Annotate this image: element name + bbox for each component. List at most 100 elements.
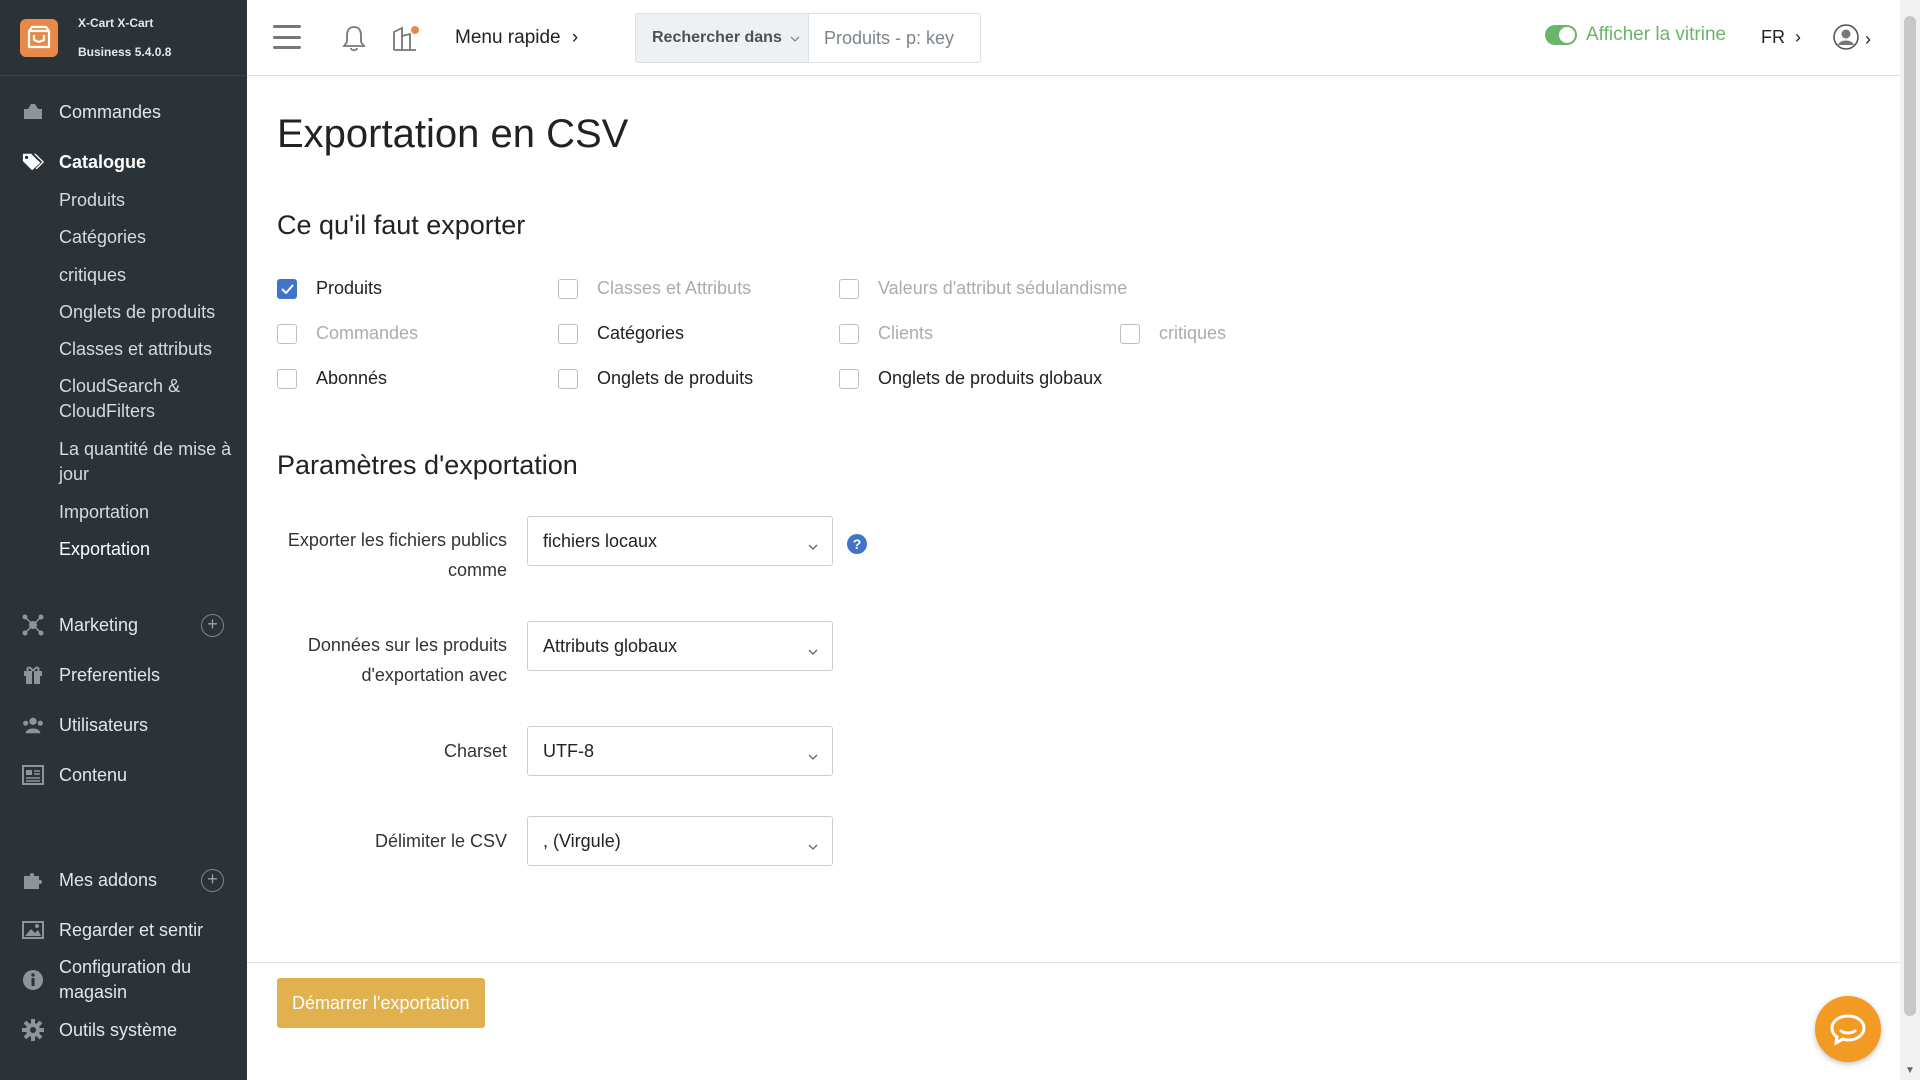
checkbox-abonnes[interactable]: Abonnés <box>277 368 387 389</box>
select-data[interactable]: Attributs globaux <box>527 621 833 671</box>
help-icon[interactable]: ? <box>847 534 867 554</box>
analytics-icon[interactable] <box>392 24 422 57</box>
bell-icon[interactable] <box>341 24 367 57</box>
chevron-down-icon <box>808 639 818 660</box>
checkbox-label: Produits <box>316 278 383 298</box>
scrollbar-thumb[interactable] <box>1904 16 1916 1016</box>
chevron-right-icon: › <box>1865 29 1871 49</box>
checkbox-empty-icon[interactable] <box>558 368 578 389</box>
checkbox-checked-icon[interactable] <box>277 278 297 299</box>
chevron-right-icon: › <box>571 27 579 48</box>
storefront-toggle[interactable]: Afficher la vitrine <box>1545 24 1726 46</box>
checkbox-empty-icon[interactable] <box>277 323 297 344</box>
checkbox-categories[interactable]: Catégories <box>558 323 684 344</box>
sidebar-item-marketing[interactable]: Marketing + <box>0 613 247 637</box>
checkbox-empty-icon[interactable] <box>558 323 578 344</box>
sidebar-subitem-importation[interactable]: Importation <box>59 500 234 525</box>
checkbox-critiques[interactable]: critiques <box>1120 323 1226 344</box>
checkbox-label: Abonnés <box>316 368 388 388</box>
select-value: UTF-8 <box>543 740 594 761</box>
page-title: Exportation en CSV <box>277 112 629 156</box>
checkbox-label: Catégories <box>597 323 685 343</box>
sidebar-item-commandes[interactable]: Commandes <box>0 100 247 124</box>
sidebar-item-contenu[interactable]: Contenu <box>0 763 247 787</box>
sidebar-subitem-onglets[interactable]: Onglets de produits <box>59 300 234 325</box>
users-icon <box>22 714 44 736</box>
checkbox-onglets-globaux[interactable]: Onglets de produits globaux <box>839 368 1102 389</box>
add-addon-icon[interactable]: + <box>201 868 224 892</box>
field-label-data: Données sur les produits d'exportation a… <box>307 635 507 685</box>
vertical-scrollbar[interactable]: ▼ <box>1900 0 1920 1080</box>
sidebar-subitem-exportation[interactable]: Exportation <box>59 537 234 562</box>
checkbox-label: Classes et Attributs <box>597 278 752 298</box>
select-delimiter[interactable]: , (Virgule) <box>527 816 833 866</box>
puzzle-icon <box>22 869 44 891</box>
checkbox-empty-icon[interactable] <box>839 368 859 389</box>
checkbox-label: critiques <box>1159 323 1227 343</box>
search-bar: Rechercher dans <box>635 13 981 63</box>
footer-bar: Démarrer l'exportation <box>247 962 1900 1080</box>
brand-line-2: Business 5.4.0.8 <box>78 44 172 59</box>
sidebar-subitem-produits[interactable]: Produits <box>59 188 234 213</box>
info-icon <box>22 969 44 991</box>
sidebar: X-Cart X-Cart Business 5.4.0.8 Commandes… <box>0 0 247 1080</box>
sidebar-label: Configuration du magasin <box>59 957 192 1002</box>
search-input[interactable] <box>808 13 981 63</box>
add-marketing-icon[interactable]: + <box>201 613 224 637</box>
image-icon <box>22 919 44 941</box>
language-switcher[interactable]: FR › <box>1761 27 1801 48</box>
sidebar-label: Commandes <box>59 101 162 122</box>
search-scope-label: Rechercher dans <box>652 29 782 46</box>
quick-menu[interactable]: Menu rapide › <box>455 27 578 49</box>
sidebar-subitem-cloudsearch[interactable]: CloudSearch & CloudFilters <box>59 374 234 424</box>
hamburger-menu-icon[interactable] <box>273 25 301 49</box>
sidebar-item-config[interactable]: Configuration du magasin <box>0 955 247 1005</box>
sidebar-item-look[interactable]: Regarder et sentir <box>0 918 247 942</box>
sidebar-subitem-critiques[interactable]: critiques <box>59 263 234 288</box>
checkbox-classes-attributs[interactable]: Classes et Attributs <box>558 278 751 299</box>
sidebar-label: Catalogue <box>59 151 147 172</box>
sidebar-subitem-categories[interactable]: Catégories <box>59 225 234 250</box>
storefront-label: Afficher la vitrine <box>1586 24 1727 45</box>
store-logo-icon[interactable] <box>20 18 58 57</box>
select-charset[interactable]: UTF-8 <box>527 726 833 776</box>
checkbox-onglets-produits[interactable]: Onglets de produits <box>558 368 753 389</box>
sidebar-item-utilisateurs[interactable]: Utilisateurs <box>0 713 247 737</box>
tags-icon <box>22 151 44 173</box>
checkbox-valeurs-attribut[interactable]: Valeurs d'attribut sédulandisme <box>839 278 1127 299</box>
sidebar-label: Regarder et sentir <box>59 919 204 940</box>
sidebar-item-tools[interactable]: Outils système <box>0 1018 247 1042</box>
sidebar-label: Utilisateurs <box>59 714 149 735</box>
select-files[interactable]: fichiers locaux <box>527 516 833 566</box>
select-value: , (Virgule) <box>543 830 621 851</box>
field-label-delimiter: Délimiter le CSV <box>374 831 507 851</box>
sidebar-label: Preferentiels <box>59 664 161 685</box>
checkbox-label: Onglets de produits <box>597 368 754 388</box>
section-title-what: Ce qu'il faut exporter <box>277 210 526 240</box>
sidebar-subitem-quantite[interactable]: La quantité de mise à jour <box>59 437 234 487</box>
sidebar-item-addons[interactable]: Mes addons + <box>0 868 247 892</box>
sidebar-item-catalogue[interactable]: Catalogue <box>0 150 247 174</box>
sidebar-label: Outils système <box>59 1019 178 1040</box>
user-menu[interactable]: › <box>1833 24 1871 55</box>
start-export-button[interactable]: Démarrer l'exportation <box>277 978 485 1028</box>
checkbox-label: Onglets de produits globaux <box>878 368 1103 388</box>
checkbox-clients[interactable]: Clients <box>839 323 933 344</box>
user-avatar-icon <box>1833 24 1859 55</box>
brand: X-Cart X-Cart Business 5.4.0.8 <box>0 0 247 76</box>
checkbox-empty-icon[interactable] <box>277 368 297 389</box>
brand-line-1: X-Cart X-Cart <box>78 15 154 30</box>
chat-bubble-icon[interactable] <box>1815 996 1881 1062</box>
checkbox-empty-icon[interactable] <box>839 278 859 299</box>
checkbox-commandes[interactable]: Commandes <box>277 323 418 344</box>
checkbox-empty-icon[interactable] <box>558 278 578 299</box>
checkbox-produits[interactable]: Produits <box>277 278 382 299</box>
toggle-switch-icon[interactable] <box>1545 25 1577 45</box>
orders-icon <box>22 101 44 123</box>
checkbox-empty-icon[interactable] <box>839 323 859 344</box>
search-scope-dropdown[interactable]: Rechercher dans <box>635 13 808 63</box>
scroll-down-arrow-icon[interactable]: ▼ <box>1905 1065 1915 1076</box>
sidebar-subitem-classes[interactable]: Classes et attributs <box>59 337 234 362</box>
checkbox-empty-icon[interactable] <box>1120 323 1140 344</box>
sidebar-item-preferentiels[interactable]: Preferentiels <box>0 663 247 687</box>
